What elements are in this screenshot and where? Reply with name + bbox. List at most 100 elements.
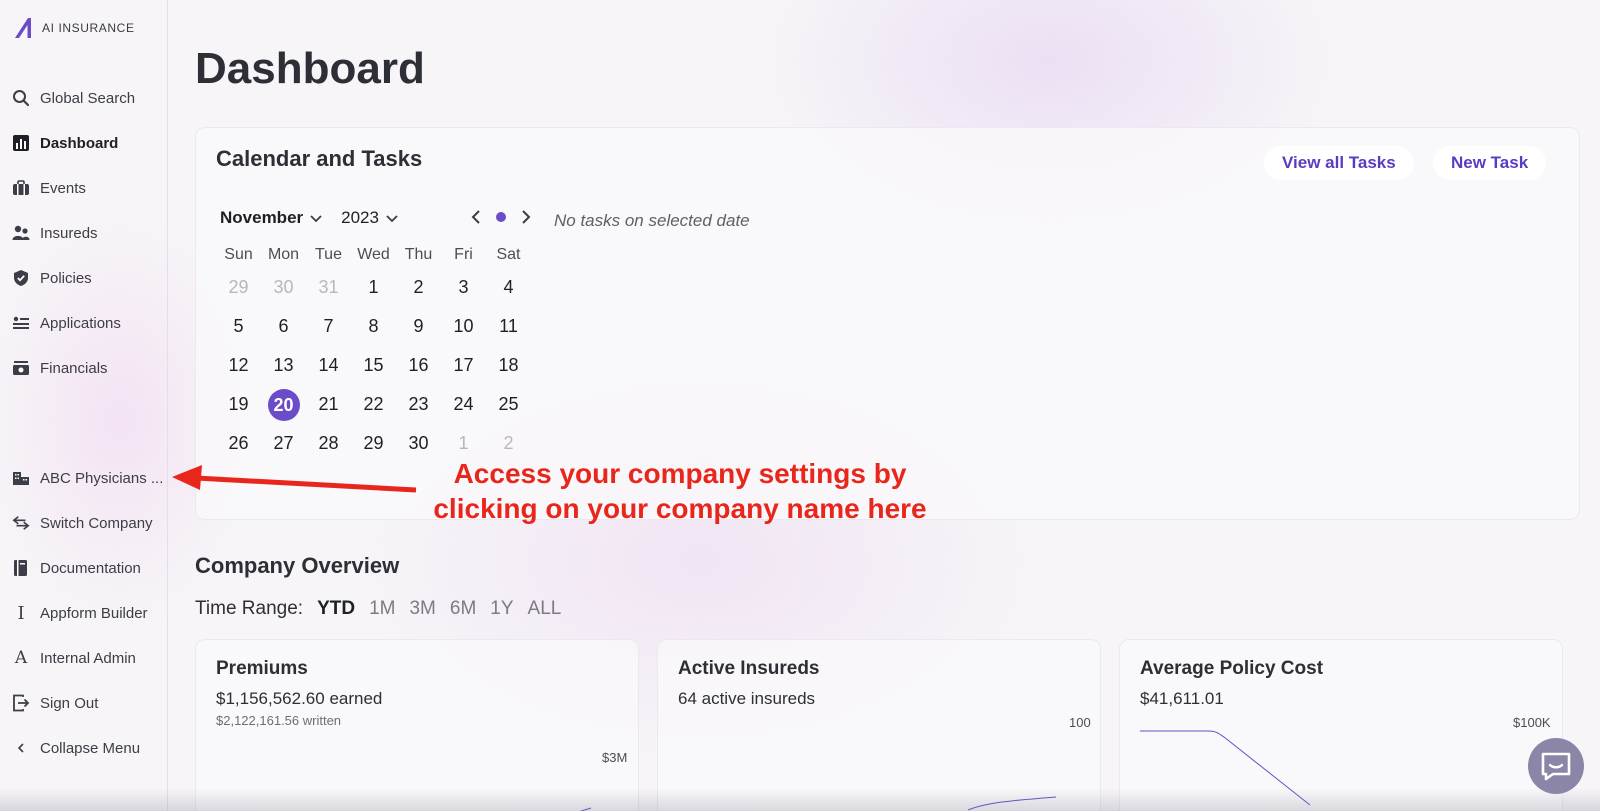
sidebar-item-applications[interactable]: Applications bbox=[12, 311, 121, 335]
new-task-button[interactable]: New Task bbox=[1433, 146, 1547, 180]
calendar-day[interactable]: 30 bbox=[396, 433, 441, 454]
calendar-day[interactable]: 2 bbox=[486, 433, 531, 454]
calendar-day[interactable]: 1 bbox=[441, 433, 486, 454]
sidebar-item-policies[interactable]: Policies bbox=[12, 266, 92, 290]
annotation-text: Access your company settings by clicking… bbox=[400, 456, 960, 526]
calendar-day[interactable]: 27 bbox=[261, 433, 306, 454]
sidebar-item-events[interactable]: Events bbox=[12, 176, 86, 200]
calendar-day[interactable]: 1 bbox=[351, 277, 396, 298]
sidebar-item-sign-out[interactable]: Sign Out bbox=[12, 691, 98, 715]
calendar-day[interactable]: 31 bbox=[306, 277, 351, 298]
sidebar-item-switch-company[interactable]: Switch Company bbox=[12, 511, 153, 535]
sidebar-item-appform-builder[interactable]: I Appform Builder bbox=[12, 601, 148, 625]
calendar-day[interactable]: 6 bbox=[261, 316, 306, 337]
calendar-day[interactable]: 25 bbox=[486, 394, 531, 415]
logo[interactable]: AI INSURANCE bbox=[12, 16, 135, 40]
time-range-1m[interactable]: 1M bbox=[369, 598, 395, 620]
premiums-card[interactable]: Premiums $1,156,562.60 earned $2,122,161… bbox=[195, 639, 639, 811]
admin-icon: A bbox=[14, 648, 28, 668]
view-all-tasks-button[interactable]: View all Tasks bbox=[1264, 146, 1414, 180]
sidebar-item-internal-admin[interactable]: A Internal Admin bbox=[12, 646, 136, 670]
calendar-day[interactable]: 24 bbox=[441, 394, 486, 415]
sidebar-item-label: Events bbox=[40, 179, 86, 197]
calendar-day[interactable]: 8 bbox=[351, 316, 396, 337]
next-month-button[interactable] bbox=[516, 206, 536, 228]
calendar-day[interactable]: 19 bbox=[216, 394, 261, 415]
calendar-day[interactable]: 2 bbox=[396, 277, 441, 298]
page-title: Dashboard bbox=[195, 44, 425, 93]
calendar-day[interactable]: 13 bbox=[261, 355, 306, 376]
annotation-arrow bbox=[172, 465, 417, 493]
calendar-nav bbox=[466, 206, 536, 228]
weekday-label: Sat bbox=[496, 246, 521, 263]
text-cursor-icon: I bbox=[17, 602, 25, 624]
month-select[interactable]: November bbox=[220, 208, 323, 228]
book-icon bbox=[12, 559, 30, 577]
calendar-day[interactable]: 23 bbox=[396, 394, 441, 415]
calendar-day[interactable]: 17 bbox=[441, 355, 486, 376]
sidebar-item-label: Appform Builder bbox=[40, 604, 148, 622]
calendar-day[interactable]: 7 bbox=[306, 316, 351, 337]
brand-logo-icon bbox=[15, 18, 31, 38]
chat-icon bbox=[1541, 752, 1571, 781]
bottom-fade bbox=[0, 788, 1600, 811]
calendar-day[interactable]: 29 bbox=[216, 277, 261, 298]
calendar-day[interactable]: 21 bbox=[306, 394, 351, 415]
chevron-down-icon bbox=[386, 215, 398, 223]
calendar-day[interactable]: 10 bbox=[441, 316, 486, 337]
sidebar-item-documentation[interactable]: Documentation bbox=[12, 556, 141, 580]
sidebar-item-global-search[interactable]: Global Search bbox=[12, 86, 135, 110]
calendar-day[interactable]: 29 bbox=[351, 433, 396, 454]
prev-month-button[interactable] bbox=[466, 206, 486, 228]
chevron-right-icon bbox=[522, 210, 531, 224]
calendar-day[interactable]: 16 bbox=[396, 355, 441, 376]
calendar-day[interactable]: 26 bbox=[216, 433, 261, 454]
time-range-1y[interactable]: 1Y bbox=[490, 598, 513, 620]
sidebar: AI INSURANCE Global Search Dashboard Eve… bbox=[0, 0, 168, 811]
today-button[interactable] bbox=[496, 212, 506, 222]
time-range-3m[interactable]: 3M bbox=[409, 598, 435, 620]
sidebar-item-financials[interactable]: Financials bbox=[12, 356, 108, 380]
calendar-day[interactable]: 3 bbox=[441, 277, 486, 298]
sidebar-item-label: Documentation bbox=[40, 559, 141, 577]
time-range-6m[interactable]: 6M bbox=[450, 598, 476, 620]
calendar-grid: Sun Mon Tue Wed Thu Fri Sat 29 30 31 1 2… bbox=[216, 242, 532, 463]
calendar-day[interactable]: 5 bbox=[216, 316, 261, 337]
sidebar-item-collapse-menu[interactable]: Collapse Menu bbox=[12, 736, 140, 760]
calendar-day[interactable]: 30 bbox=[261, 277, 306, 298]
calendar-day[interactable]: 15 bbox=[351, 355, 396, 376]
week-row: 5 6 7 8 9 10 11 bbox=[216, 307, 532, 346]
sidebar-item-label: Switch Company bbox=[40, 514, 153, 532]
chevron-left-icon bbox=[471, 210, 480, 224]
time-range-ytd[interactable]: YTD bbox=[317, 598, 355, 620]
calendar-day[interactable]: 9 bbox=[396, 316, 441, 337]
active-insureds-card[interactable]: Active Insureds 64 active insureds 100 bbox=[657, 639, 1101, 811]
year-select[interactable]: 2023 bbox=[341, 208, 399, 228]
company-overview-title: Company Overview bbox=[195, 553, 400, 578]
swap-icon bbox=[12, 514, 30, 532]
sidebar-item-company[interactable]: ABC Physicians ... bbox=[12, 466, 163, 490]
calendar-day[interactable]: 4 bbox=[486, 277, 531, 298]
calendar-day[interactable]: 22 bbox=[351, 394, 396, 415]
time-range-all[interactable]: ALL bbox=[528, 598, 562, 620]
calendar-day[interactable]: 11 bbox=[486, 316, 531, 337]
average-policy-cost-chart bbox=[1140, 730, 1311, 806]
month-value: November bbox=[220, 208, 304, 227]
active-insureds-chart bbox=[967, 796, 1057, 811]
calendar-day[interactable]: 18 bbox=[486, 355, 531, 376]
sign-out-icon bbox=[12, 694, 30, 712]
chat-button[interactable] bbox=[1528, 738, 1584, 794]
calendar-day[interactable]: 14 bbox=[306, 355, 351, 376]
no-tasks-message: No tasks on selected date bbox=[554, 211, 750, 230]
sidebar-item-insureds[interactable]: Insureds bbox=[12, 221, 98, 245]
average-policy-cost-card[interactable]: Average Policy Cost $41,611.01 $100K bbox=[1119, 639, 1563, 811]
calendar-day[interactable]: 28 bbox=[306, 433, 351, 454]
calendar-day[interactable]: 12 bbox=[216, 355, 261, 376]
shield-icon bbox=[12, 269, 30, 287]
sidebar-item-dashboard[interactable]: Dashboard bbox=[12, 131, 118, 155]
sidebar-item-label: Insureds bbox=[40, 224, 98, 242]
weekday-label: Tue bbox=[315, 246, 342, 263]
time-range-label: Time Range: bbox=[195, 598, 304, 619]
calendar-day-selected[interactable]: 20 bbox=[261, 388, 306, 421]
sidebar-item-label: Financials bbox=[40, 359, 108, 377]
